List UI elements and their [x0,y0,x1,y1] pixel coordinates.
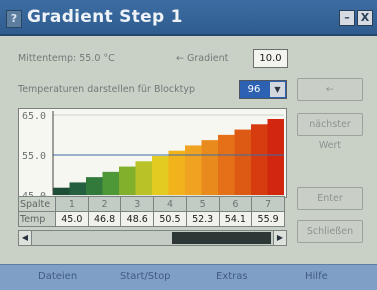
chart-bar [201,140,218,195]
temp-cell[interactable]: 50.5 [153,211,187,227]
y-tick-label: 65.0 [22,111,46,122]
temp-cell[interactable]: 54.1 [218,211,253,227]
blocktyp-select[interactable]: 96 ▼ [239,80,287,99]
menu-item-start-stop[interactable]: Start/Stop [120,271,171,282]
y-tick-label: 55.0 [22,151,46,162]
column-header: 1 [55,196,89,212]
column-header: 3 [120,196,155,212]
temp-cell[interactable]: 46.8 [87,211,122,227]
chevron-down-icon[interactable]: ▼ [270,82,285,97]
title-bar: ? Gradient Step 1 – X [0,0,377,36]
temp-cell[interactable]: 55.9 [251,211,285,227]
table-scrollbar[interactable]: ◀ ▶ [18,230,287,246]
help-icon[interactable]: ? [6,10,22,28]
chart-bar [152,156,169,195]
next-value-button[interactable]: nächster Wert [297,113,363,151]
chart-bar [86,177,103,195]
column-header: 7 [251,196,285,212]
minimize-button[interactable]: – [339,10,355,26]
menu-item-hilfe[interactable]: Hilfe [305,271,328,282]
chart-bar [185,145,202,195]
temp-cell[interactable]: 48.6 [120,211,155,227]
chart-bar [135,161,152,195]
column-label: Spalte [18,196,56,212]
chart-bar [168,150,185,195]
enter-button[interactable]: Enter [297,187,363,210]
temp-label: Temp [18,211,56,227]
blocktyp-value: 96 [247,84,261,95]
temp-cell[interactable]: 45.0 [55,211,89,227]
temperature-table: Spalte 1 2 3 4 5 6 7 Temp 45.0 46.8 48.6… [18,196,285,227]
mittentemp-label: Mittentemp: 55.0 °C [18,53,115,64]
gradient-input[interactable]: 10.0 [253,49,288,68]
chart-bar [119,166,136,195]
close-dialog-button[interactable]: Schließen [297,220,363,243]
scroll-thumb[interactable] [172,232,271,244]
chart-bar [53,187,70,195]
column-header: 4 [153,196,187,212]
temp-cell[interactable]: 52.3 [185,211,220,227]
menu-item-dateien[interactable]: Dateien [38,271,77,282]
chart-bar [69,182,86,195]
menu-item-extras[interactable]: Extras [216,271,248,282]
close-button[interactable]: X [357,10,373,26]
temperature-chart-svg: 65.055.045.0 [22,111,284,197]
temperature-chart: 65.0 55.0 45.0 [18,108,287,198]
chart-bar [234,129,251,195]
blocktyp-label: Temperaturen darstellen für Blocktyp [18,84,196,95]
gradient-label: ← Gradient [176,53,229,64]
back-button[interactable]: ← [297,78,363,101]
menu-bar: Dateien Start/Stop Extras Hilfe [0,264,377,290]
scroll-right-icon[interactable]: ▶ [273,231,286,245]
chart-bar [251,124,268,195]
column-header: 2 [87,196,122,212]
table-row: Temp 45.0 46.8 48.6 50.5 52.3 54.1 55.9 [18,211,285,227]
scroll-left-icon[interactable]: ◀ [19,231,32,245]
chart-bar [218,134,235,195]
chart-bar [102,171,119,195]
column-header: 5 [185,196,220,212]
column-header: 6 [218,196,253,212]
window-title: Gradient Step 1 [27,7,183,27]
chart-bar [267,119,284,195]
gradient-step-window: ? Gradient Step 1 – X Mittentemp: 55.0 °… [0,0,377,290]
table-header-row: Spalte 1 2 3 4 5 6 7 [18,196,285,212]
